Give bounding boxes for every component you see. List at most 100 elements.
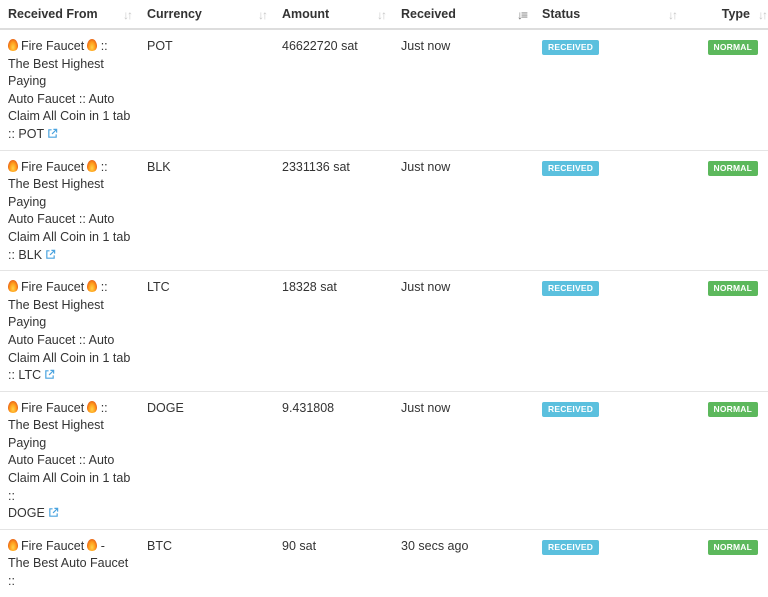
header-label: Type [721,7,750,21]
header-label: Amount [282,7,330,21]
faucet-coin: :: BLK [8,247,43,262]
fire-emoji-icon [8,400,18,413]
faucet-link[interactable]: Fire Faucet :: The Best Highest Paying Auto… [8,400,131,521]
type-badge: NORMAL [707,281,758,297]
faucet-description-line: The Best Highest [8,56,104,71]
faucet-link[interactable]: Fire Faucet :: The Best HighestPayingAuto… [8,39,130,141]
received-time-cell: Just now [401,39,451,53]
received-from-cell: Fire Faucet :: The Best Highest Paying Auto… [0,390,139,530]
faucet-description-line: Paying [8,315,47,330]
faucet-description-line: :: [8,488,15,503]
fire-emoji-icon [87,280,98,293]
faucet-description-line: Paying [8,74,47,89]
received-from-cell: Fire Faucet :: The Best HighestPayingAuto… [0,29,139,150]
received-time-cell: Just now [393,149,534,271]
faucet-description-line: Auto Faucet :: Auto [8,91,115,106]
type-cell: NORMAL [684,528,768,597]
type-badge: NORMAL [707,160,758,176]
amount-cell: 9.431808 [274,390,393,530]
faucet-separator: :: [100,400,108,415]
status-cell: RECEIVED [534,149,684,271]
sort-icon[interactable]: ↓↑ [668,8,678,22]
amount-cell: 2331136 sat [274,149,393,271]
sort-icon[interactable]: ↓↑ [258,8,268,22]
faucet-coin: :: POT [8,126,45,141]
external-link-icon[interactable] [48,507,59,518]
external-link-icon[interactable] [45,249,56,260]
column-header-type[interactable]: Type ↓↑ [684,0,768,30]
sort-desc-icon[interactable]: ↓≡ [517,8,528,22]
faucet-link[interactable]: Fire Faucet -The Best Auto Faucet:: [8,538,128,588]
status-badge: RECEIVED [542,401,600,417]
faucet-description: The Best Auto Faucet:: [8,556,128,588]
received-from-cell: Fire Faucet :: The Best HighestPayingAuto… [0,149,139,271]
sort-icon[interactable]: ↓↑ [377,8,387,22]
column-header-status[interactable]: Status ↓↑ [534,0,684,30]
faucet-description-line: The Best Highest [8,177,104,192]
faucet-description-line: Auto Faucet :: Auto [8,332,115,347]
faucet-description-line: The Best Auto Faucet [8,556,129,571]
faucet-coin: :: LTC [8,368,42,383]
fire-emoji-icon [8,159,18,172]
faucet-separator: :: [100,39,108,53]
currency-cell: LTC [139,270,274,392]
table-header-row: Received From ↓↑ Currency ↓↑ Amount ↓↑ Rece… [0,0,768,30]
faucet-link[interactable]: Fire Faucet :: The Best Highest Paying Auto… [8,280,130,382]
table-row: Fire Faucet :: The Best Highest Paying Auto… [0,270,768,392]
faucet-separator: :: [100,280,108,295]
type-cell: NORMAL [684,29,768,150]
currency-cell: BLK [139,149,274,271]
faucet-coin: DOGE [8,506,45,521]
faucet-description-line: The Best Highest [8,418,104,433]
faucet-description-line: Claim All Coin in 1 tab [8,229,131,244]
table-body: Fire Faucet :: The Best Highest Paying Auto… [0,29,768,597]
amount-cell: 18328 sat [274,270,393,392]
type-badge: NORMAL [707,40,758,55]
currency-cell: DOGE [139,390,274,530]
faucet-separator: :: [100,159,108,174]
sort-icon[interactable]: ↓↑ [123,8,133,22]
faucet-description-line: Paying [8,435,47,450]
currency-cell: POT [147,39,173,53]
faucet-name: Fire Faucet [21,39,85,53]
status-badge: RECEIVED [542,539,600,555]
sort-icon[interactable]: ↓↑ [758,8,768,22]
column-header-received[interactable]: Received ↓≡ [393,0,534,30]
header-label: Status [542,7,581,21]
received-time-cell: 30 secs ago [393,528,534,597]
faucet-description-line: Claim All Coin in 1 tab [8,471,131,486]
column-header-currency[interactable]: Currency ↓↑ [139,0,274,30]
header-label: Received From [8,7,98,21]
faucet-description-line: Auto Faucet :: Auto [8,212,115,227]
currency-cell: BTC [139,528,274,597]
faucet-description-line: Claim All Coin in 1 tab [8,350,131,365]
status-badge: RECEIVED [542,40,600,55]
external-link-icon[interactable] [47,128,58,139]
external-link-icon[interactable] [44,369,55,380]
faucet-description: The Best HighestPayingAuto Faucet :: Aut… [8,177,130,244]
type-badge: NORMAL [707,401,758,417]
status-badge: RECEIVED [542,160,600,176]
faucet-name: Fire Faucet [21,280,85,295]
faucet-link[interactable]: Fire Faucet :: The Best HighestPayingAuto… [8,159,130,262]
status-cell: RECEIVED [534,29,684,150]
table-row: Fire Faucet :: The Best Highest Paying Auto… [0,390,768,530]
column-header-amount[interactable]: Amount ↓↑ [274,0,393,30]
fire-emoji-icon [87,39,98,51]
faucet-name: Fire Faucet [21,538,85,553]
fire-emoji-icon [87,400,98,413]
status-badge: RECEIVED [542,281,600,297]
transactions-table: Received From ↓↑ Currency ↓↑ Amount ↓↑ Rece… [0,0,768,597]
type-badge: NORMAL [707,539,758,555]
faucet-name: Fire Faucet [21,400,85,415]
faucet-separator: - [100,538,105,553]
type-cell: NORMAL [684,390,768,530]
fire-emoji-icon [8,538,18,551]
amount-cell: 46622720 sat [282,39,358,53]
faucet-description-line: Paying [8,194,47,209]
type-cell: NORMAL [684,149,768,271]
faucet-name: Fire Faucet [21,159,85,174]
type-cell: NORMAL [684,270,768,392]
column-header-received-from[interactable]: Received From ↓↑ [0,0,139,30]
table-row: Fire Faucet :: The Best HighestPayingAuto… [0,29,768,150]
